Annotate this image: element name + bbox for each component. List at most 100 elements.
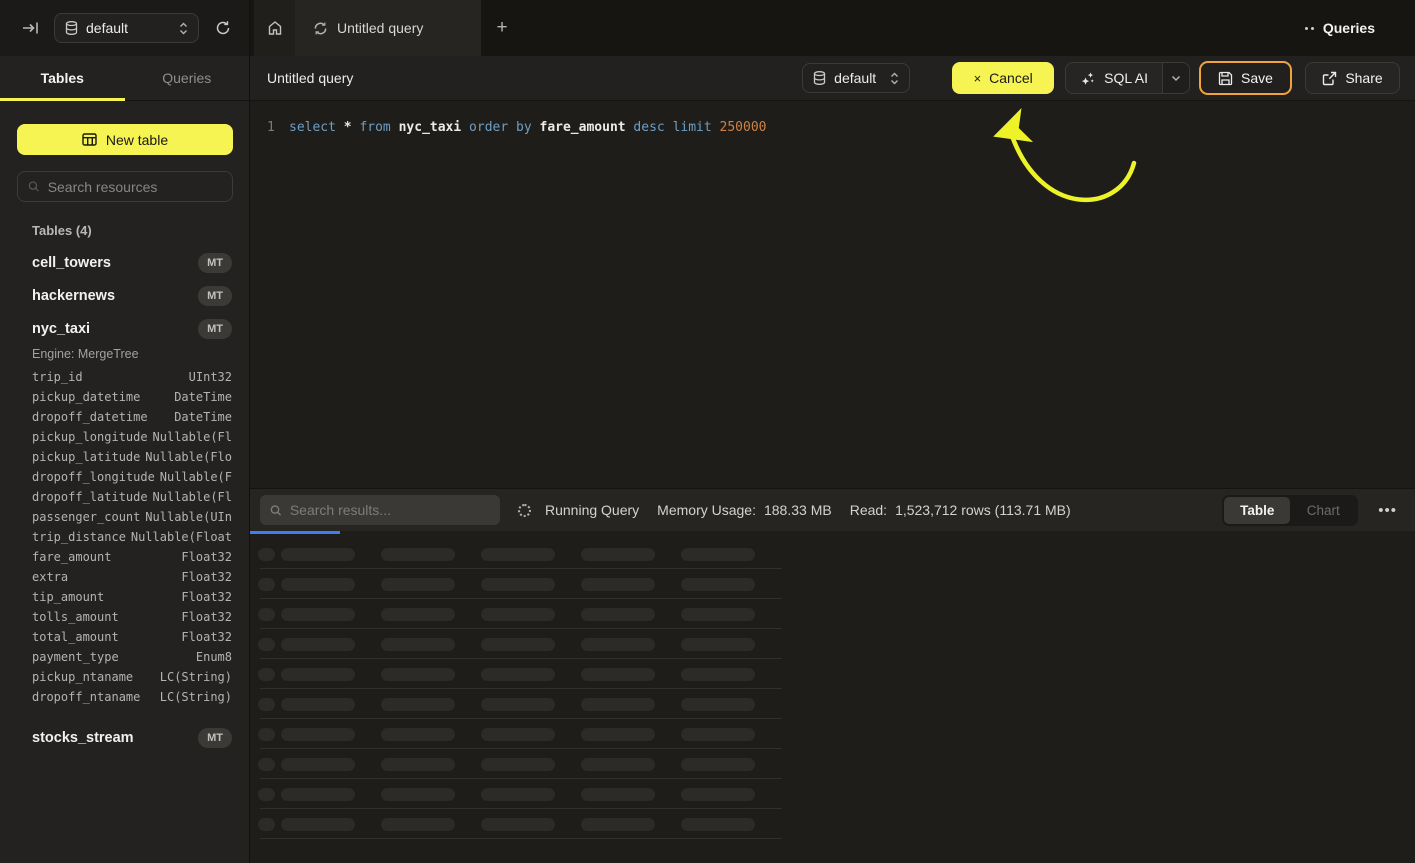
view-toggle-table[interactable]: Table: [1224, 497, 1290, 524]
sidebar-tabs: Tables Queries: [0, 56, 250, 101]
sidebar-search-input[interactable]: [48, 179, 222, 195]
save-button[interactable]: Save: [1199, 61, 1292, 95]
cancel-button[interactable]: × Cancel: [952, 62, 1054, 94]
results-search-input[interactable]: [290, 502, 490, 518]
content-row: New table Tables (4) cell_towers MT hack…: [0, 101, 1415, 863]
topbar-right-section: Queries: [1305, 0, 1415, 56]
column-row: payment_typeEnum8: [32, 647, 232, 667]
new-table-button[interactable]: New table: [17, 124, 233, 155]
sidebar: New table Tables (4) cell_towers MT hack…: [0, 101, 250, 863]
column-type: LC(String): [140, 690, 232, 704]
column-row: pickup_latitudeNullable(Flo: [32, 447, 232, 467]
table-engine-label: Engine: MergeTree: [32, 347, 249, 361]
table-item-nyc-taxi[interactable]: nyc_taxi MT: [32, 312, 232, 345]
column-row: dropoff_datetimeDateTime: [32, 407, 232, 427]
line-number: 1: [267, 120, 289, 135]
sidebar-tab-queries[interactable]: Queries: [125, 56, 250, 100]
skeleton-row: [250, 659, 1415, 689]
sql-editor[interactable]: 1 select * from nyc_taxi order by fare_a…: [250, 101, 1415, 488]
column-type: Nullable(Fl: [148, 430, 232, 444]
view-toggle-chart[interactable]: Chart: [1290, 497, 1356, 524]
memory-usage-value: 188.33 MB: [764, 502, 832, 518]
queries-button[interactable]: Queries: [1305, 20, 1375, 36]
column-name: dropoff_ntaname: [32, 690, 140, 704]
table-name: cell_towers: [32, 255, 198, 271]
share-button[interactable]: Share: [1305, 62, 1400, 94]
save-button-label: Save: [1241, 70, 1273, 86]
topbar-left-section: default: [0, 0, 250, 56]
search-icon: [270, 504, 282, 517]
column-type: DateTime: [148, 410, 232, 424]
skeleton-row: [250, 689, 1415, 719]
query-progress-bar: [250, 531, 340, 534]
sql-ai-button[interactable]: SQL AI: [1066, 63, 1162, 93]
more-options-button[interactable]: •••: [1376, 502, 1399, 519]
cancel-x-icon: ×: [974, 71, 982, 86]
query-database-value: default: [834, 70, 882, 86]
subheader-row: Tables Queries Untitled query default × …: [0, 56, 1415, 101]
table-name: nyc_taxi: [32, 321, 198, 337]
ellipsis-icon: •••: [1378, 502, 1397, 519]
running-spinner-icon: [518, 504, 531, 517]
view-toggle: Table Chart: [1222, 495, 1358, 526]
refresh-button[interactable]: [209, 14, 237, 42]
new-tab-button[interactable]: +: [481, 0, 523, 56]
column-name: pickup_ntaname: [32, 670, 133, 684]
skeleton-row: [250, 629, 1415, 659]
skeleton-row: [250, 749, 1415, 779]
engine-badge: MT: [198, 253, 232, 273]
column-type: Float32: [119, 630, 232, 644]
sidebar-tab-tables[interactable]: Tables: [0, 56, 125, 100]
queries-button-label: Queries: [1323, 20, 1375, 36]
column-name: pickup_datetime: [32, 390, 140, 404]
tab-label: Untitled query: [337, 20, 423, 36]
column-name: total_amount: [32, 630, 119, 644]
column-name: payment_type: [32, 650, 119, 664]
refresh-icon: [215, 20, 231, 36]
memory-usage-label: Memory Usage:: [657, 502, 756, 518]
column-type: Nullable(Flo: [140, 450, 232, 464]
plus-icon: +: [496, 17, 507, 39]
column-name: tip_amount: [32, 590, 104, 604]
skeleton-row: [250, 779, 1415, 809]
tab-untitled-query[interactable]: Untitled query: [295, 0, 481, 56]
column-row: pickup_ntanameLC(String): [32, 667, 232, 687]
table-item-cell-towers[interactable]: cell_towers MT: [32, 246, 232, 279]
main-panel: 1 select * from nyc_taxi order by fare_a…: [250, 101, 1415, 863]
chevron-updown-icon: [890, 72, 899, 85]
column-name: fare_amount: [32, 550, 111, 564]
engine-badge: MT: [198, 286, 232, 306]
column-name: dropoff_datetime: [32, 410, 148, 424]
column-type: Nullable(Float: [126, 530, 232, 544]
column-type: Float32: [119, 610, 232, 624]
query-database-selector[interactable]: default: [802, 63, 910, 93]
tab-strip: Untitled query +: [250, 0, 1305, 56]
database-selector[interactable]: default: [54, 13, 199, 43]
column-name: trip_distance: [32, 530, 126, 544]
column-type: Float32: [68, 570, 232, 584]
collapse-sidebar-button[interactable]: [16, 14, 44, 42]
save-icon: [1218, 71, 1233, 86]
query-status: Running Query: [545, 502, 639, 518]
table-item-stocks-stream[interactable]: stocks_stream MT: [32, 721, 232, 754]
sidebar-search: [17, 171, 233, 202]
skeleton-row: [250, 719, 1415, 749]
collapse-sidebar-icon: [22, 21, 39, 35]
column-row: pickup_datetimeDateTime: [32, 387, 232, 407]
column-type: Nullable(UIn: [140, 510, 232, 524]
skeleton-row: [250, 599, 1415, 629]
memory-usage-stat: Memory Usage: 188.33 MB: [657, 502, 832, 518]
skeleton-row: [250, 569, 1415, 599]
tab-home[interactable]: [254, 0, 295, 56]
table-icon: [82, 133, 97, 146]
top-bar: default Untitled query + Queries: [0, 0, 1415, 56]
column-type: Enum8: [119, 650, 232, 664]
query-running-spinner-icon: [313, 21, 328, 36]
loading-skeleton: [250, 539, 1415, 839]
column-row: trip_idUInt32: [32, 367, 232, 387]
table-item-hackernews[interactable]: hackernews MT: [32, 279, 232, 312]
sql-ai-dropdown-button[interactable]: [1162, 63, 1189, 93]
table-name: stocks_stream: [32, 730, 198, 746]
skeleton-row: [250, 809, 1415, 839]
column-type: DateTime: [140, 390, 232, 404]
